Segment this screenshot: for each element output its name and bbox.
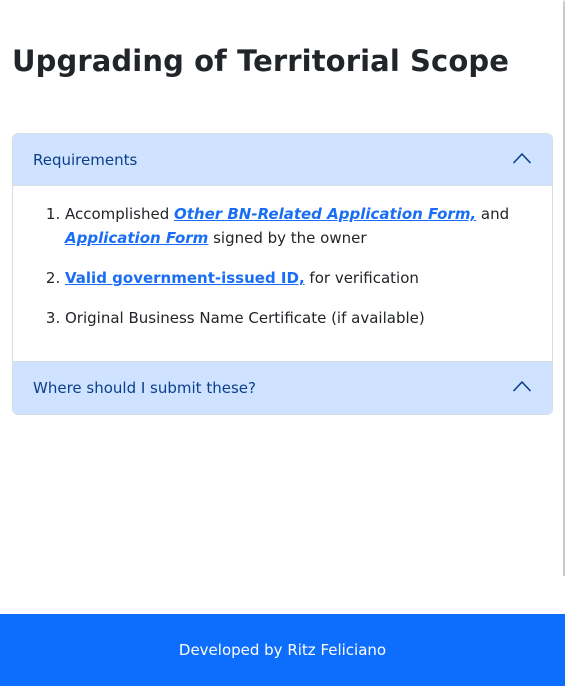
accordion-header-label: Where should I submit these? [33,379,256,397]
requirements-list: Accomplished Other BN-Related Applicatio… [33,202,532,330]
list-item-text: Accomplished [65,205,174,223]
list-item: Valid government-issued ID, for verifica… [65,266,532,290]
chevron-up-icon [513,153,531,164]
list-item-text: for verification [304,269,419,287]
accordion-body-requirements: Accomplished Other BN-Related Applicatio… [13,186,552,362]
faq-accordion: Requirements Accomplished Other BN-Relat… [12,133,553,415]
accordion-header-submit[interactable]: Where should I submit these? [13,362,552,414]
list-item-text: signed by the owner [208,229,367,247]
footer: Developed by Ritz Feliciano [0,614,565,686]
accordion-header-requirements[interactable]: Requirements [13,134,552,186]
page-title: Upgrading of Territorial Scope [12,44,509,78]
valid-id-link[interactable]: Valid government-issued ID, [65,269,305,287]
footer-credit: Developed by Ritz Feliciano [178,641,387,659]
accordion-header-label: Requirements [33,150,138,169]
chevron-up-icon [513,381,531,392]
list-item-text: and [476,205,510,223]
application-form-link[interactable]: Application Form [65,229,208,247]
list-item: Accomplished Other BN-Related Applicatio… [65,202,532,250]
list-item-text: Original Business Name Certificate (if a… [65,309,425,327]
list-item: Original Business Name Certificate (if a… [65,306,532,330]
other-bn-form-link[interactable]: Other BN-Related Application Form, [174,205,476,223]
page: Upgrading of Territorial Scope Requireme… [0,0,565,686]
